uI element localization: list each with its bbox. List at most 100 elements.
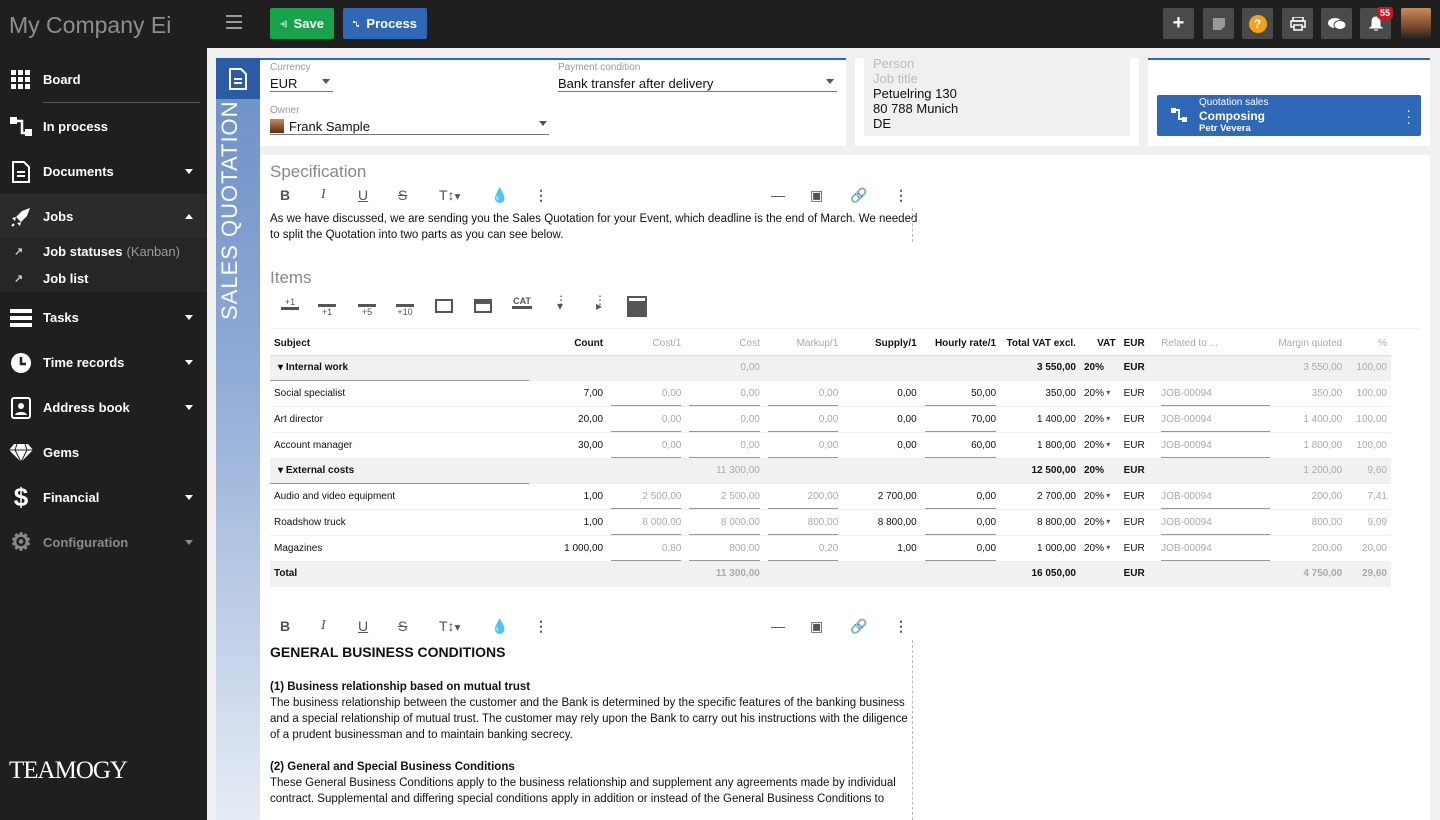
column-header[interactable]: Cost/1 xyxy=(607,333,686,356)
table-cell[interactable]: 0,00 xyxy=(763,406,843,433)
bold-icon[interactable]: B xyxy=(280,618,290,634)
table-cell[interactable]: 2 700,00 xyxy=(842,483,921,510)
table-cell[interactable]: 0,00 xyxy=(763,380,843,407)
table-cell[interactable]: 20,00 xyxy=(528,406,608,433)
table-cell[interactable]: 350,00 xyxy=(1274,380,1347,407)
sidebar-item-tasks[interactable]: Tasks xyxy=(0,295,207,340)
table-cell[interactable]: 1 400,00 xyxy=(1000,406,1080,433)
table-cell[interactable]: 0,00 xyxy=(920,509,1001,536)
table-cell[interactable]: 8 800,00 xyxy=(1000,509,1080,536)
color-drop-icon[interactable]: 💧 xyxy=(491,187,508,204)
table-cell[interactable]: 20,00 xyxy=(1346,535,1391,562)
column-header[interactable]: Cost xyxy=(685,333,764,356)
sidebar-subitem-job-statuses[interactable]: ↗ Job statuses (Kanban) xyxy=(0,238,207,265)
note-button[interactable] xyxy=(1203,8,1234,39)
table-cell[interactable]: 8 000,00 xyxy=(685,509,764,536)
caret-down-icon[interactable]: ▾ xyxy=(278,362,286,373)
table-cell[interactable]: Audio and video equipment xyxy=(270,483,529,510)
column-header[interactable]: EUR xyxy=(1119,333,1158,356)
font-size-icon[interactable]: T↕▾ xyxy=(439,187,460,203)
spec-text[interactable]: to split the Quotation into two parts as… xyxy=(270,227,563,243)
currency-select[interactable]: EUR xyxy=(270,76,297,91)
more-vertical-icon[interactable]: ⋮ xyxy=(534,187,548,204)
table-cell[interactable]: EUR xyxy=(1119,509,1158,536)
table-cell[interactable]: Account manager xyxy=(270,432,529,459)
sidebar-item-jobs[interactable]: Jobs xyxy=(0,194,207,239)
move-right-icon[interactable]: ⋮ ▸ xyxy=(594,294,606,312)
strikethrough-icon[interactable]: S xyxy=(398,618,407,634)
table-cell[interactable]: 8 800,00 xyxy=(842,509,921,536)
add-button[interactable]: + xyxy=(1163,8,1194,39)
table-row[interactable]: Roadshow truck 1,00 8 000,00 8 000,00 800,00… xyxy=(270,509,1391,536)
owner-select[interactable]: Frank Sample xyxy=(289,119,370,134)
more-vertical-icon[interactable]: · · · xyxy=(1406,103,1411,129)
table-cell[interactable]: 50,00 xyxy=(920,380,1001,407)
table-cell[interactable]: 0,00 xyxy=(842,432,921,459)
column-header[interactable]: Total VAT excl. xyxy=(1000,333,1080,356)
table-cell[interactable]: 70,00 xyxy=(920,406,1001,433)
table-row[interactable]: Social specialist 7,00 0,00 0,00 0,00 0,00 50,… xyxy=(270,380,1391,407)
table-cell[interactable]: JOB-00094 xyxy=(1157,380,1275,407)
chevron-down-icon[interactable] xyxy=(539,121,547,126)
table-cell[interactable]: 1 000,00 xyxy=(1000,535,1080,562)
chevron-down-icon[interactable] xyxy=(322,79,330,84)
table-row[interactable]: Account manager 30,00 0,00 0,00 0,00 0,00 60,0… xyxy=(270,432,1391,459)
table-cell[interactable]: 1 400,00 xyxy=(1274,406,1347,433)
sidebar-item-financial[interactable]: $ Financial xyxy=(0,475,207,520)
column-header[interactable]: Supply/1 xyxy=(842,333,921,356)
chat-button[interactable] xyxy=(1321,8,1352,39)
table-cell[interactable]: Roadshow truck xyxy=(270,509,529,536)
table-cell[interactable]: 350,00 xyxy=(1000,380,1080,407)
catalog-icon[interactable]: CAT xyxy=(512,296,532,309)
image-icon[interactable]: ▣ xyxy=(810,618,823,635)
bold-icon[interactable]: B xyxy=(280,187,290,203)
table-cell[interactable]: EUR xyxy=(1119,483,1158,510)
table-cell[interactable]: Art director xyxy=(270,406,529,433)
table-cell[interactable]: 20% ▾ xyxy=(1079,406,1120,433)
person-field[interactable]: Person xyxy=(873,56,914,71)
table-cell[interactable]: 800,00 xyxy=(1274,509,1347,536)
column-header[interactable]: VAT xyxy=(1079,333,1120,356)
table-cell[interactable]: 0,20 xyxy=(763,535,843,562)
table-cell[interactable]: EUR xyxy=(1119,380,1158,407)
table-cell[interactable]: 0,00 xyxy=(685,432,764,459)
table-cell[interactable]: 0,80 xyxy=(607,535,686,562)
table-cell[interactable]: JOB-00094 xyxy=(1157,535,1275,562)
conditions-section-title[interactable]: (1) Business relationship based on mutua… xyxy=(270,679,530,695)
table-row[interactable]: Audio and video equipment 1,00 2 500,00 2 5… xyxy=(270,483,1391,510)
company-name[interactable]: My Company Ei xyxy=(9,12,171,40)
table-cell[interactable]: 0,00 xyxy=(685,406,764,433)
strikethrough-icon[interactable]: S xyxy=(398,187,407,203)
column-header[interactable]: Hourly rate/1 xyxy=(920,333,1001,356)
help-button[interactable]: ? xyxy=(1242,8,1273,39)
payment-select[interactable]: Bank transfer after delivery xyxy=(558,76,713,91)
table-cell[interactable]: 0,00 xyxy=(607,380,686,407)
sidebar-subitem-job-list[interactable]: ↗ Job list xyxy=(0,265,207,292)
chevron-down-icon[interactable]: ▾ xyxy=(1104,517,1110,526)
sidebar-item-address-book[interactable]: Address book xyxy=(0,385,207,430)
conditions-heading[interactable]: GENERAL BUSINESS CONDITIONS xyxy=(270,644,505,660)
sidebar-item-in-process[interactable]: In process xyxy=(0,104,207,149)
collapse-group-icon[interactable] xyxy=(474,299,492,313)
chevron-down-icon[interactable]: ▾ xyxy=(1104,388,1110,397)
table-cell[interactable]: 7,41 xyxy=(1346,483,1391,510)
table-cell[interactable]: 2 700,00 xyxy=(1000,483,1080,510)
table-row[interactable]: Art director 20,00 0,00 0,00 0,00 0,00 70,00 1 … xyxy=(270,406,1391,433)
table-cell[interactable]: JOB-00094 xyxy=(1157,432,1275,459)
spec-text[interactable]: As we have discussed, we are sending you… xyxy=(270,211,917,227)
table-cell[interactable]: EUR xyxy=(1119,535,1158,562)
table-cell[interactable]: 2 500,00 xyxy=(607,483,686,510)
table-cell[interactable]: 1,00 xyxy=(842,535,921,562)
table-cell[interactable]: 9,09 xyxy=(1346,509,1391,536)
chevron-down-icon[interactable]: ▾ xyxy=(1104,440,1110,449)
add-one-item-icon[interactable]: +1 xyxy=(281,297,299,310)
table-cell[interactable]: 200,00 xyxy=(1274,535,1347,562)
column-header[interactable]: Related to ... xyxy=(1157,333,1275,356)
table-cell[interactable]: 20% ▾ xyxy=(1079,380,1120,407)
image-icon[interactable]: ▣ xyxy=(810,187,823,204)
table-cell[interactable]: 60,00 xyxy=(920,432,1001,459)
table-cell[interactable]: 1,00 xyxy=(528,483,608,510)
caret-down-icon[interactable]: ▾ xyxy=(278,465,286,476)
underline-icon[interactable]: U xyxy=(358,187,368,203)
trash-icon[interactable] xyxy=(627,296,647,317)
